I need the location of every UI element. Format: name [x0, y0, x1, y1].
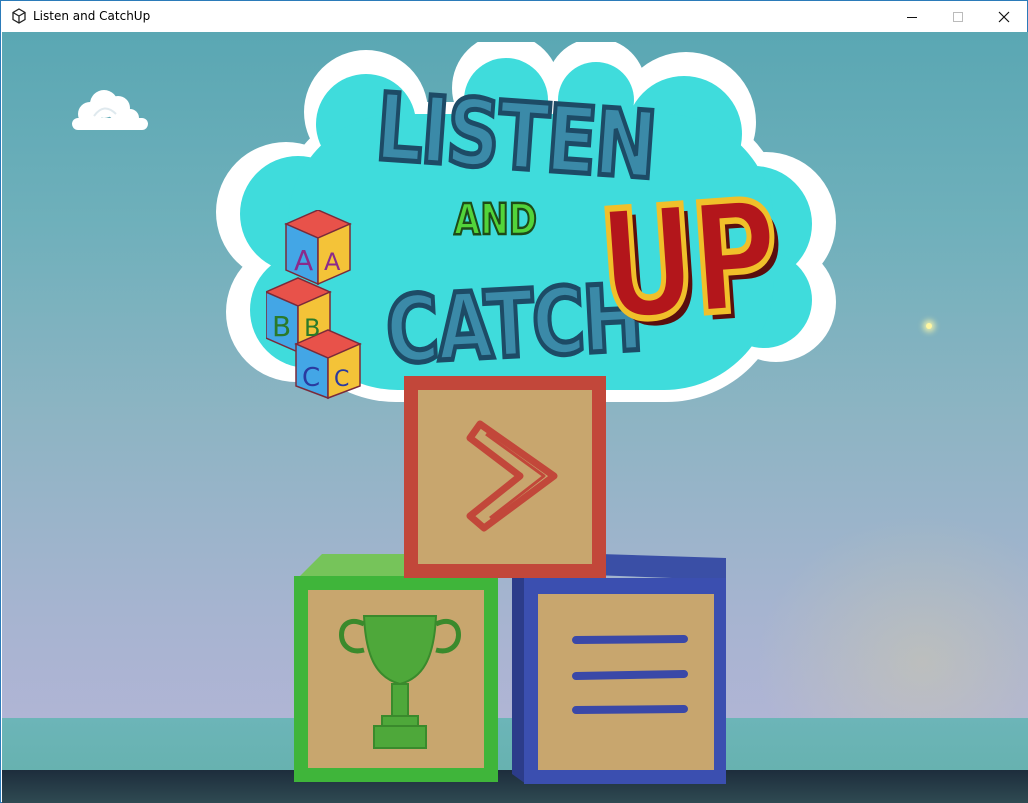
- block-letter: A: [324, 248, 341, 276]
- options-menu-button[interactable]: [512, 552, 728, 784]
- block-letter: C: [334, 367, 349, 392]
- game-viewport: A A B B C C LISTEN AND CATCH UP: [2, 32, 1028, 803]
- maximize-button[interactable]: [935, 1, 981, 32]
- game-logo: A A B B C C LISTEN AND CATCH UP: [216, 42, 836, 418]
- abc-blocks-icon: A A B B C C: [266, 210, 362, 400]
- achievements-button[interactable]: [294, 554, 506, 782]
- unity-logo-icon: [12, 8, 26, 24]
- minimize-icon: [907, 16, 917, 18]
- small-cloud-icon: [72, 90, 148, 130]
- play-button[interactable]: [404, 376, 606, 578]
- window-title: Listen and CatchUp: [33, 9, 151, 23]
- maximize-icon: [953, 11, 963, 22]
- close-button[interactable]: [981, 1, 1027, 32]
- title-bar[interactable]: Listen and CatchUp: [1, 1, 1027, 32]
- sparkle: [926, 323, 932, 329]
- minimize-button[interactable]: [889, 1, 935, 32]
- block-letter: B: [272, 310, 291, 343]
- close-icon: [998, 11, 1010, 22]
- block-letter: B: [304, 314, 320, 342]
- logo-word-and: AND: [453, 194, 538, 247]
- app-window: Listen and CatchUp A A B B C C LISTEN AN…: [0, 0, 1028, 803]
- block-letter: C: [302, 363, 320, 393]
- block-letter: A: [294, 244, 313, 277]
- logo-word-up: UP: [591, 164, 783, 358]
